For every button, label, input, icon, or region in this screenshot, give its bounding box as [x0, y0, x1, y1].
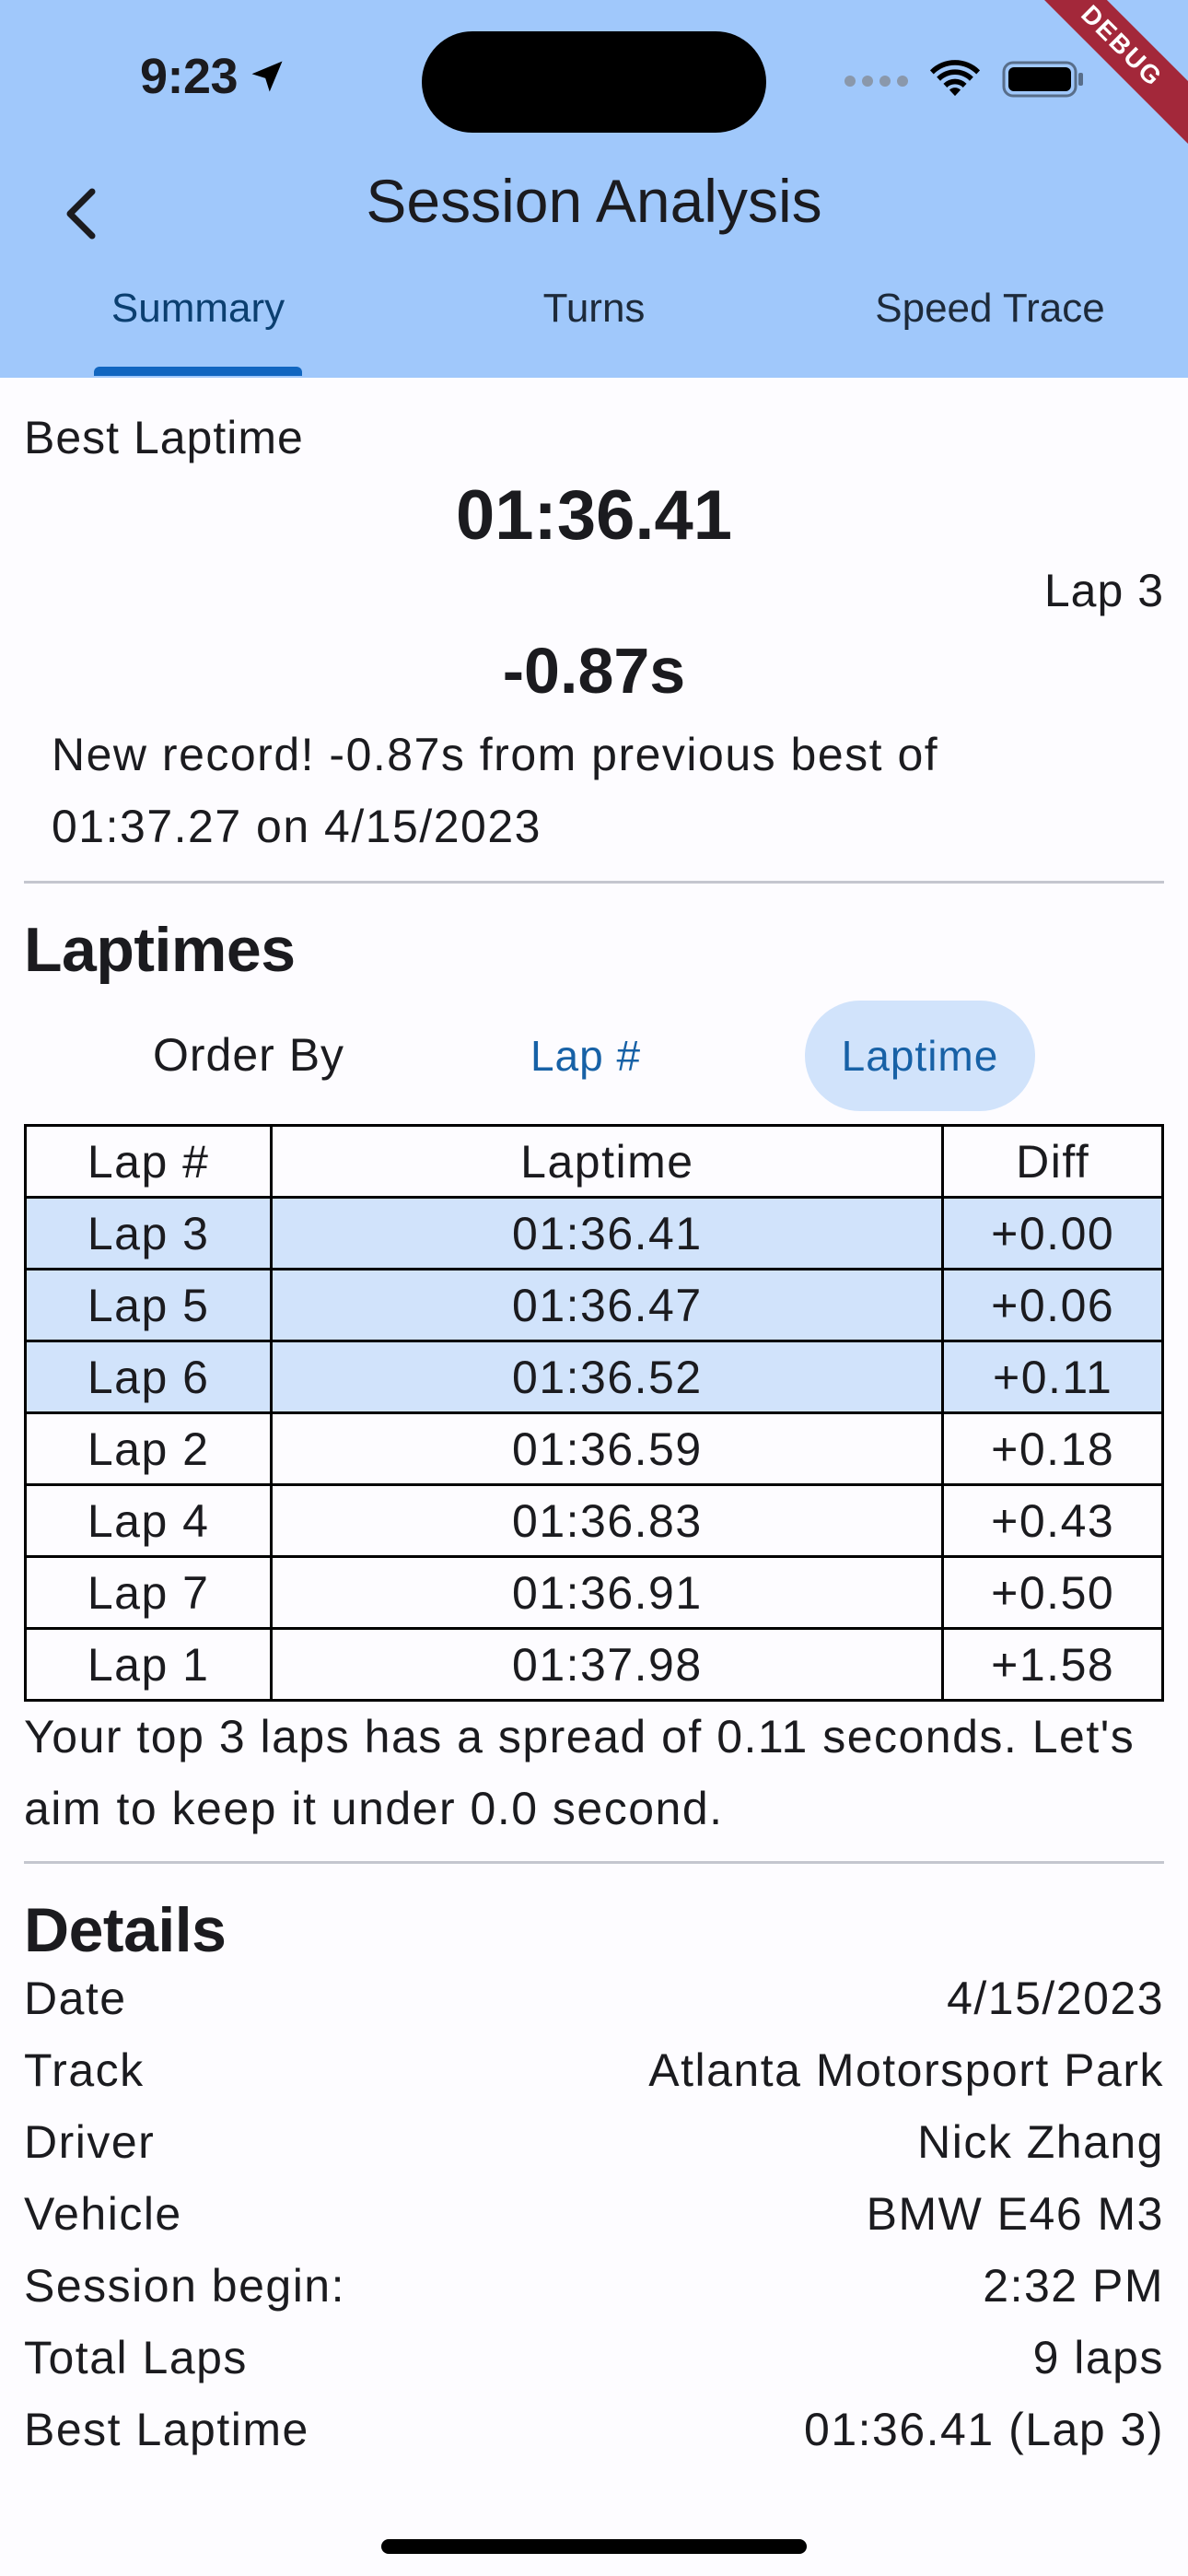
diff-cell: +0.43 [941, 1483, 1164, 1558]
laptimes-table: Lap # Laptime Diff Lap 3 01:36.41 +0.00 … [23, 1124, 1164, 1702]
record-delta: -0.87s [502, 635, 686, 707]
diff-cell: +0.11 [941, 1340, 1164, 1414]
laptime-cell: 01:36.59 [270, 1411, 945, 1486]
detail-row-session-begin: Session begin: 2:32 PM [24, 2250, 1164, 2322]
lap-cell: Lap 3 [23, 1196, 274, 1270]
laptimes-heading: Laptimes [24, 915, 296, 985]
page-title: Session Analysis [366, 167, 822, 235]
detail-row-total-laps: Total Laps 9 laps [24, 2322, 1164, 2394]
detail-row-date: Date 4/15/2023 [24, 1962, 1164, 2034]
laptime-cell: 01:36.52 [270, 1340, 945, 1414]
detail-label: Driver [24, 2116, 156, 2168]
detail-row-driver: Driver Nick Zhang [24, 2106, 1164, 2178]
status-bar-time: 9:23 [140, 48, 287, 105]
table-row: Lap 2 01:36.59 +0.18 [23, 1411, 1164, 1486]
detail-value: 01:36.41 (Lap 3) [804, 2404, 1164, 2455]
laptime-cell: 01:37.98 [270, 1627, 945, 1702]
diff-cell: +0.50 [941, 1555, 1164, 1630]
detail-label: Date [24, 1973, 127, 2024]
table-row: Lap 5 01:36.47 +0.06 [23, 1268, 1164, 1342]
home-indicator[interactable] [381, 2539, 807, 2554]
app-bar: 9:23 DEBUG Session Analysis Summary Turn… [0, 0, 1188, 378]
lap-cell: Lap 4 [23, 1483, 274, 1558]
order-by-laptime-button[interactable]: Laptime [805, 1001, 1035, 1111]
details-heading: Details [24, 1895, 227, 1965]
detail-value: BMW E46 M3 [866, 2188, 1164, 2240]
screen: 9:23 DEBUG Session Analysis Summary Turn… [0, 0, 1188, 2576]
best-laptime-value: 01:36.41 [455, 476, 733, 555]
tab-speed-trace[interactable]: Speed Trace [792, 276, 1188, 378]
status-bar-icons [844, 59, 1085, 100]
detail-row-vehicle: Vehicle BMW E46 M3 [24, 2178, 1164, 2250]
lap-cell: Lap 1 [23, 1627, 274, 1702]
table-row: Lap 7 01:36.91 +0.50 [23, 1555, 1164, 1630]
tab-summary[interactable]: Summary [0, 276, 396, 378]
clock-text: 9:23 [140, 49, 239, 104]
order-by-control: Order By Lap # Laptime [24, 1001, 1164, 1111]
order-by-lap-number-button[interactable]: Lap # [484, 1001, 687, 1111]
table-row: Lap 4 01:36.83 +0.43 [23, 1483, 1164, 1558]
laptime-cell: 01:36.41 [270, 1196, 945, 1270]
column-header-lap: Lap # [23, 1124, 274, 1199]
diff-cell: +0.18 [941, 1411, 1164, 1486]
spread-message: Your top 3 laps has a spread of 0.11 sec… [24, 1711, 1136, 1834]
detail-label: Vehicle [24, 2188, 182, 2240]
lap-cell: Lap 6 [23, 1340, 274, 1414]
best-lap-number: Lap 3 [1043, 565, 1164, 616]
location-arrow-icon [251, 61, 283, 92]
battery-icon [1002, 61, 1083, 98]
active-tab-indicator [94, 367, 302, 376]
diff-cell: +1.58 [941, 1627, 1164, 1702]
diff-cell: +0.00 [941, 1196, 1164, 1270]
divider [24, 881, 1164, 884]
table-row: Lap 6 01:36.52 +0.11 [23, 1340, 1164, 1414]
detail-value: 4/15/2023 [947, 1973, 1164, 2024]
detail-value: 2:32 PM [983, 2260, 1164, 2312]
column-header-diff: Diff [941, 1124, 1164, 1199]
detail-label: Track [24, 2044, 145, 2096]
cellular-signal-icon [844, 76, 908, 87]
detail-row-best-laptime: Best Laptime 01:36.41 (Lap 3) [24, 2394, 1164, 2465]
dynamic-island [422, 31, 766, 133]
table-header-row: Lap # Laptime Diff [23, 1124, 1164, 1199]
wifi-icon [929, 60, 981, 97]
detail-value: Nick Zhang [917, 2116, 1164, 2168]
table-row: Lap 1 01:37.98 +1.58 [23, 1627, 1164, 1702]
details-list: Date 4/15/2023 Track Atlanta Motorsport … [24, 1962, 1164, 2465]
lap-cell: Lap 2 [23, 1411, 274, 1486]
diff-cell: +0.06 [941, 1268, 1164, 1342]
detail-value: 9 laps [1032, 2332, 1164, 2383]
table-row: Lap 3 01:36.41 +0.00 [23, 1196, 1164, 1270]
best-laptime-label: Best Laptime [24, 412, 304, 463]
detail-label: Best Laptime [24, 2404, 309, 2455]
detail-row-track: Track Atlanta Motorsport Park [24, 2034, 1164, 2106]
tab-bar: Summary Turns Speed Trace [0, 276, 1188, 378]
tab-turns[interactable]: Turns [396, 276, 792, 378]
lap-cell: Lap 5 [23, 1268, 274, 1342]
order-by-label: Order By [153, 1029, 345, 1081]
lap-cell: Lap 7 [23, 1555, 274, 1630]
detail-label: Session begin: [24, 2260, 346, 2312]
record-message: New record! -0.87s from previous best of… [52, 729, 939, 852]
laptime-cell: 01:36.47 [270, 1268, 945, 1342]
detail-label: Total Laps [24, 2332, 248, 2383]
detail-value: Atlanta Motorsport Park [648, 2044, 1164, 2096]
column-header-laptime: Laptime [270, 1124, 945, 1199]
divider [24, 1861, 1164, 1864]
laptime-cell: 01:36.91 [270, 1555, 945, 1630]
laptime-cell: 01:36.83 [270, 1483, 945, 1558]
